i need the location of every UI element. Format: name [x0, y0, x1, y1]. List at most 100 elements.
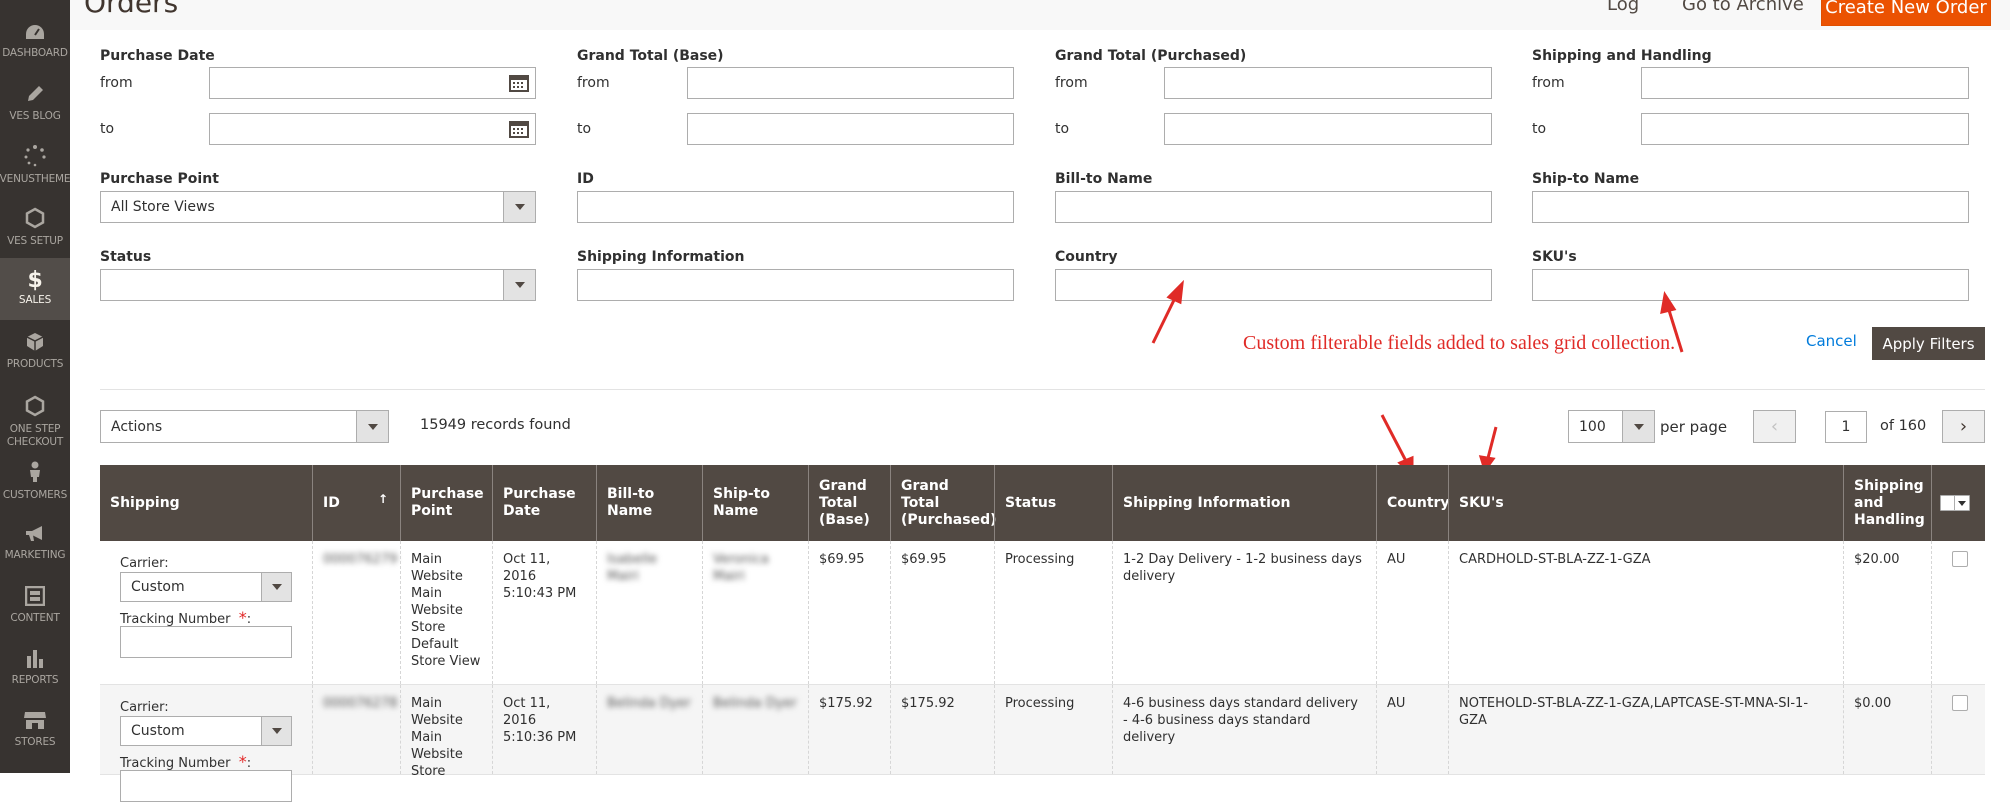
purchase-date-to-input[interactable] [209, 113, 536, 145]
purchase-point-select[interactable]: All Store Views [100, 191, 536, 223]
tracking-number-colon: : [246, 612, 252, 627]
nav-label: CUSTOMERS [2, 488, 68, 501]
column-header-skus[interactable]: SKU's [1448, 465, 1843, 541]
chevron-down-icon[interactable] [261, 573, 291, 601]
purchase-date-from-input[interactable] [209, 67, 536, 99]
admin-sidebar: DASHBOARD VES BLOG VENUSTHEME VES SETUP … [0, 0, 70, 773]
carrier-label: Carrier: [120, 556, 169, 571]
calendar-icon[interactable] [509, 120, 529, 138]
column-header-shipping-handling[interactable]: Shipping and Handling [1843, 465, 1931, 541]
column-header-label: ID [323, 494, 340, 511]
nav-ves-setup[interactable]: VES SETUP [0, 196, 70, 258]
table-row[interactable]: Carrier: Custom Tracking Number *: 00007… [100, 541, 1985, 685]
country-input[interactable] [1055, 269, 1492, 301]
carrier-select[interactable]: Custom [120, 572, 292, 602]
shipping-information-cell: 4-6 business days standard delivery - 4-… [1112, 685, 1376, 774]
go-to-archive-link[interactable]: Go to Archive [1682, 0, 1804, 15]
nav-content[interactable]: CONTENT [0, 574, 70, 636]
purchase-point-value: All Store Views [111, 199, 215, 215]
chevron-down-icon[interactable] [261, 717, 291, 745]
column-header-bill-to-name[interactable]: Bill-to Name [596, 465, 702, 541]
nav-ves-blog[interactable]: VES BLOG [0, 72, 70, 134]
chevron-right-icon: › [1959, 416, 1968, 437]
row-checkbox[interactable] [1952, 695, 1968, 711]
chevron-down-icon[interactable] [503, 270, 535, 300]
next-page-button[interactable]: › [1942, 410, 1985, 443]
nav-marketing[interactable]: MARKETING [0, 512, 70, 574]
chevron-down-icon[interactable] [1622, 411, 1654, 442]
mass-select-checkbox[interactable] [1940, 495, 1970, 511]
shipping-information-input[interactable] [577, 269, 1014, 301]
chevron-down-icon[interactable] [503, 192, 535, 222]
grand-total-purchased-from-input[interactable] [1164, 67, 1492, 99]
column-header-purchase-date[interactable]: Purchase Date [492, 465, 596, 541]
previous-page-button[interactable]: ‹ [1753, 410, 1796, 443]
nav-products[interactable]: PRODUCTS [0, 320, 70, 382]
purchase-date-cell: Oct 11, 2016 5:10:36 PM [492, 685, 596, 774]
per-page-select[interactable]: 100 [1568, 410, 1655, 443]
main-content: Orders Log Go to Archive Create New Orde… [70, 0, 2010, 802]
grand-total-purchased-cell: $175.92 [890, 685, 994, 774]
page-number-input[interactable]: 1 [1825, 411, 1867, 443]
nav-venustheme[interactable]: VENUSTHEME [0, 134, 70, 196]
shipping-handling-from-input[interactable] [1641, 67, 1969, 99]
column-header-status[interactable]: Status [994, 465, 1112, 541]
cancel-filters-link[interactable]: Cancel [1806, 332, 1857, 350]
grand-total-base-from-input[interactable] [687, 67, 1014, 99]
shipping-handling-cell: $0.00 [1843, 685, 1931, 774]
purchase-date-label: Purchase Date [100, 48, 215, 64]
chevron-down-icon[interactable] [1955, 496, 1969, 510]
tracking-number-input[interactable] [120, 626, 292, 658]
nav-customers[interactable]: CUSTOMERS [0, 450, 70, 512]
nav-reports[interactable]: REPORTS [0, 636, 70, 698]
tracking-number-label: Tracking Number *: [120, 608, 251, 627]
sort-ascending-icon: ↑ [377, 492, 388, 506]
nav-dashboard[interactable]: DASHBOARD [0, 10, 70, 72]
select-cell [1931, 685, 1985, 774]
status-select[interactable] [100, 269, 536, 301]
grand-total-purchased-to-input[interactable] [1164, 113, 1492, 145]
carrier-select[interactable]: Custom [120, 716, 292, 746]
purchase-point-label: Purchase Point [100, 171, 219, 187]
page-title: Orders [84, 0, 179, 19]
ship-to-name-input[interactable] [1532, 191, 1969, 223]
total-pages: of 160 [1880, 418, 1927, 434]
id-label: ID [577, 171, 594, 187]
column-header-shipping[interactable]: Shipping [100, 465, 312, 541]
column-header-mass-select[interactable] [1931, 465, 1985, 541]
column-header-country[interactable]: Country [1376, 465, 1450, 541]
apply-filters-button[interactable]: Apply Filters [1872, 327, 1985, 360]
divider [100, 389, 1985, 390]
table-row[interactable]: Carrier: Custom Tracking Number *: 00007… [100, 685, 1985, 802]
actions-select[interactable]: Actions [100, 410, 389, 443]
column-header-id[interactable]: ID ↑ [312, 465, 400, 541]
skus-label: SKU's [1532, 249, 1577, 265]
row-checkbox[interactable] [1952, 551, 1968, 567]
bill-to-name-input[interactable] [1055, 191, 1492, 223]
country-label: Country [1055, 249, 1118, 265]
column-header-grand-total-purchased[interactable]: Grand Total (Purchased) [890, 465, 997, 541]
skus-input[interactable] [1532, 269, 1969, 301]
nav-sales[interactable]: $ SALES [0, 258, 70, 320]
grand-total-base-to-input[interactable] [687, 113, 1014, 145]
records-count: 15949 records found [420, 417, 571, 433]
log-link[interactable]: Log [1607, 0, 1639, 15]
nav-one-step-checkout[interactable]: ONE STEP CHECKOUT [0, 388, 70, 456]
column-header-ship-to-name[interactable]: Ship-to Name [702, 465, 808, 541]
content-icon [24, 585, 46, 609]
column-header-purchase-point[interactable]: Purchase Point [400, 465, 492, 541]
create-new-order-button[interactable]: Create New Order [1821, 0, 1991, 26]
nav-label: MARKETING [4, 548, 66, 561]
hexagon-icon [25, 395, 45, 420]
required-marker: * [238, 752, 247, 771]
nav-stores[interactable]: STORES [0, 698, 70, 760]
from-label: from [1055, 75, 1088, 91]
pencil-icon [25, 84, 45, 107]
calendar-icon[interactable] [509, 74, 529, 92]
chevron-down-icon[interactable] [356, 411, 388, 442]
id-input[interactable] [577, 191, 1014, 223]
column-header-grand-total-base[interactable]: Grand Total (Base) [808, 465, 890, 541]
shipping-handling-to-input[interactable] [1641, 113, 1969, 145]
tracking-number-input[interactable] [120, 770, 292, 802]
column-header-shipping-information[interactable]: Shipping Information [1112, 465, 1376, 541]
